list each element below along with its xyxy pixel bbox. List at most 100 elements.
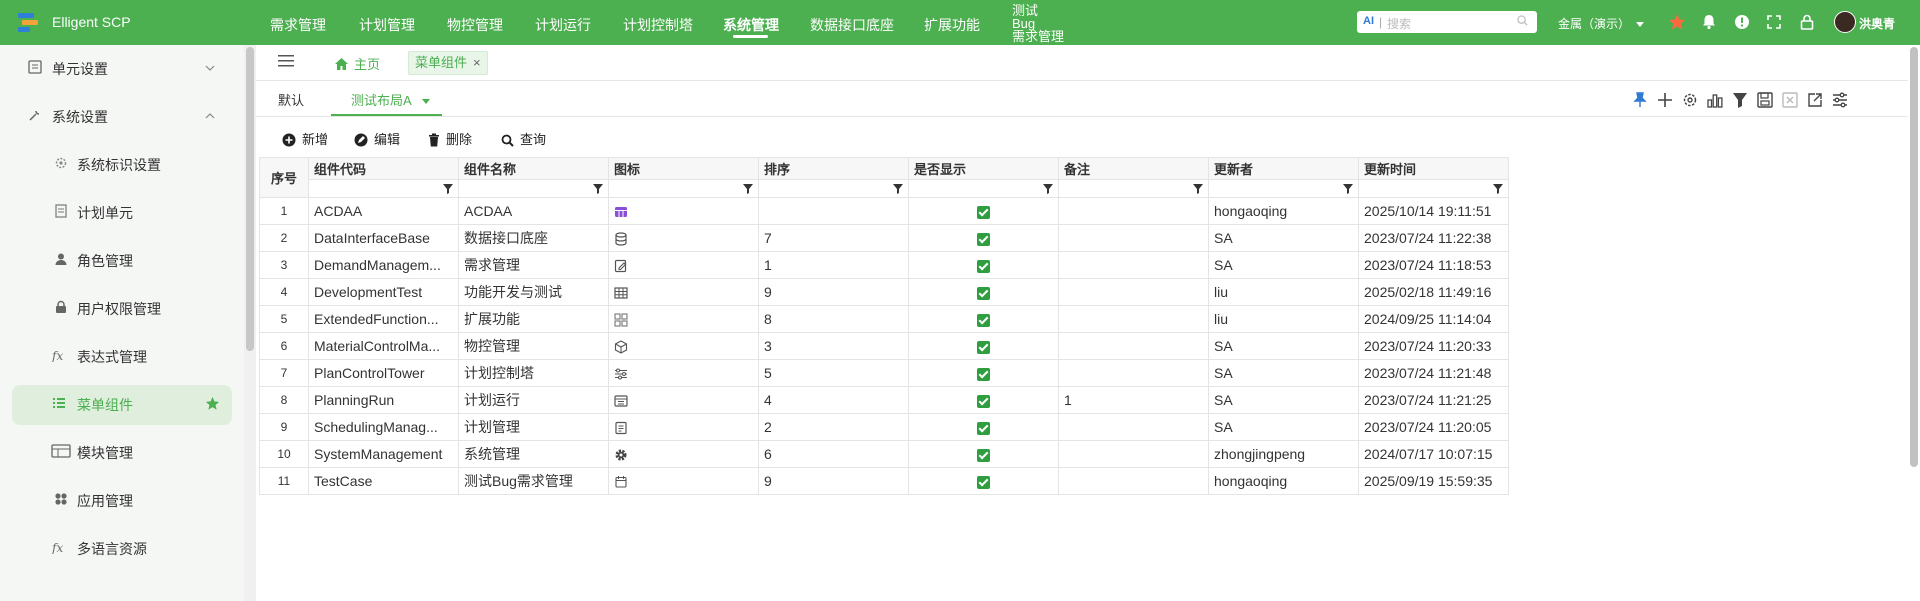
- sidebar-item-system-settings[interactable]: 系统设置: [0, 93, 246, 139]
- filter-icon[interactable]: [1493, 184, 1503, 194]
- column-filter[interactable]: [1058, 179, 1209, 198]
- add-icon[interactable]: [1656, 91, 1674, 109]
- column-header[interactable]: 序号: [259, 157, 309, 198]
- table-row[interactable]: 2 DataInterfaceBase 数据接口底座 7 SA 2023/07/24 11…: [259, 224, 1509, 252]
- lock-icon[interactable]: [1798, 13, 1816, 31]
- table-row[interactable]: 1 ACDAA ACDAA hongaoqing 2025/10/14 19:11:51: [259, 197, 1509, 225]
- favorite-star-icon[interactable]: [205, 396, 220, 411]
- column-filter[interactable]: [608, 179, 759, 198]
- column-filter[interactable]: [1208, 179, 1359, 198]
- table-row[interactable]: 6 MaterialControlMa... 物控管理 3 SA 2023/07/24 1…: [259, 332, 1509, 360]
- column-header[interactable]: 组件代码: [308, 157, 459, 180]
- sidebar-item-menu-component[interactable]: 菜单组件: [0, 381, 246, 427]
- column-header[interactable]: 更新时间: [1358, 157, 1509, 180]
- tab-menu-component[interactable]: 菜单组件 ×: [408, 51, 488, 75]
- sidebar-scrollbar[interactable]: [244, 45, 256, 601]
- sidebar-item-system-identity[interactable]: 系统标识设置: [0, 141, 246, 187]
- column-filter[interactable]: [908, 179, 1059, 198]
- nav-plan-run[interactable]: 计划运行: [535, 15, 591, 35]
- search-box[interactable]: AI | 搜索: [1357, 11, 1537, 33]
- checkbox-checked-icon[interactable]: [977, 313, 990, 327]
- help-icon[interactable]: [1733, 13, 1751, 31]
- checkbox-checked-icon[interactable]: [977, 286, 990, 300]
- sidebar-item-module[interactable]: 模块管理: [0, 429, 246, 475]
- sidebar-item-role[interactable]: 角色管理: [0, 237, 246, 283]
- sidebar-item-plan-unit[interactable]: 计划单元: [0, 189, 246, 235]
- table-row[interactable]: 8 PlanningRun 计划运行 4 1 SA 2023/07/24 11:21:25: [259, 386, 1509, 414]
- filter-icon[interactable]: [1193, 184, 1203, 194]
- menu-toggle-icon[interactable]: [278, 54, 294, 68]
- sidebar-item-unit-settings[interactable]: 单元设置: [0, 45, 246, 91]
- tenant-select[interactable]: 金属（演示）: [1558, 15, 1645, 32]
- filter-icon[interactable]: [1043, 184, 1053, 194]
- column-header[interactable]: 更新者: [1208, 157, 1359, 180]
- delete-button[interactable]: 删除: [428, 129, 472, 148]
- nav-test-bug[interactable]: 测试 Bug 需求管理: [1012, 4, 1064, 43]
- column-header[interactable]: 是否显示: [908, 157, 1059, 180]
- filter-icon[interactable]: [1731, 91, 1749, 109]
- chart-icon[interactable]: [1706, 91, 1724, 109]
- filter-icon[interactable]: [893, 184, 903, 194]
- table-row[interactable]: 11 TestCase 测试Bug需求管理 9 hongaoqing 2025/09/19…: [259, 467, 1509, 495]
- checkbox-checked-icon[interactable]: [977, 394, 990, 408]
- checkbox-checked-icon[interactable]: [977, 259, 990, 273]
- chevron-down-icon[interactable]: [421, 99, 430, 105]
- table-row[interactable]: 9 SchedulingManag... 计划管理 2 SA 2023/07/24 11:…: [259, 413, 1509, 441]
- avatar[interactable]: [1834, 11, 1856, 33]
- checkbox-checked-icon[interactable]: [977, 448, 990, 462]
- pin-icon[interactable]: [1631, 91, 1649, 109]
- search-icon[interactable]: [1517, 15, 1528, 26]
- query-button[interactable]: 查询: [501, 129, 546, 148]
- nav-extended[interactable]: 扩展功能: [924, 15, 980, 35]
- table-row[interactable]: 4 DevelopmentTest 功能开发与测试 9 liu 2025/02/18 11…: [259, 278, 1509, 306]
- add-button[interactable]: 新增: [282, 129, 328, 148]
- checkbox-checked-icon[interactable]: [977, 205, 990, 219]
- checkbox-checked-icon[interactable]: [977, 367, 990, 381]
- nav-system[interactable]: 系统管理: [723, 15, 779, 35]
- filter-icon[interactable]: [443, 184, 453, 194]
- column-header[interactable]: 组件名称: [458, 157, 609, 180]
- checkbox-checked-icon[interactable]: [977, 232, 990, 246]
- filter-icon[interactable]: [593, 184, 603, 194]
- tab-home[interactable]: 主页: [334, 54, 380, 73]
- checkbox-checked-icon[interactable]: [977, 475, 990, 489]
- filter-icon[interactable]: [743, 184, 753, 194]
- table-row[interactable]: 10 SystemManagement 系统管理 6 zhongjingpeng 2024…: [259, 440, 1509, 468]
- page-scrollbar[interactable]: [1908, 45, 1920, 601]
- edit-button[interactable]: 编辑: [354, 129, 400, 148]
- column-filter[interactable]: [758, 179, 909, 198]
- excel-icon[interactable]: [1781, 91, 1799, 109]
- column-settings-icon[interactable]: [1831, 91, 1849, 109]
- checkbox-checked-icon[interactable]: [977, 340, 990, 354]
- nav-control-tower[interactable]: 计划控制塔: [623, 15, 693, 35]
- sidebar-item-expression[interactable]: fx 表达式管理: [0, 333, 246, 379]
- nav-data-interface[interactable]: 数据接口底座: [810, 15, 894, 35]
- scroll-thumb[interactable]: [1910, 47, 1918, 467]
- layout-default[interactable]: 默认: [278, 90, 304, 109]
- star-icon[interactable]: [1668, 13, 1686, 31]
- sidebar-item-permissions[interactable]: 用户权限管理: [0, 285, 246, 331]
- column-filter[interactable]: [308, 179, 459, 198]
- sidebar-item-app[interactable]: 应用管理: [0, 477, 246, 523]
- column-filter[interactable]: [1358, 179, 1509, 198]
- sidebar-item-i18n[interactable]: fx 多语言资源: [0, 525, 246, 571]
- column-header[interactable]: 备注: [1058, 157, 1209, 180]
- checkbox-checked-icon[interactable]: [977, 421, 990, 435]
- table-row[interactable]: 3 DemandManagem... 需求管理 1 SA 2023/07/24 11:18…: [259, 251, 1509, 279]
- column-header[interactable]: 排序: [758, 157, 909, 180]
- filter-icon[interactable]: [1343, 184, 1353, 194]
- user-name[interactable]: 洪奥青: [1859, 15, 1895, 32]
- table-row[interactable]: 7 PlanControlTower 计划控制塔 5 SA 2023/07/24 11:2…: [259, 359, 1509, 387]
- column-header[interactable]: 图标: [608, 157, 759, 180]
- table-row[interactable]: 5 ExtendedFunction... 扩展功能 8 liu 2024/09/25 1…: [259, 305, 1509, 333]
- export-icon[interactable]: [1806, 91, 1824, 109]
- scroll-thumb[interactable]: [246, 47, 254, 351]
- save-icon[interactable]: [1756, 91, 1774, 109]
- bell-icon[interactable]: [1700, 13, 1718, 31]
- fullscreen-icon[interactable]: [1765, 13, 1783, 31]
- column-filter[interactable]: [458, 179, 609, 198]
- layout-test-a[interactable]: 测试布局A: [351, 90, 430, 109]
- nav-material[interactable]: 物控管理: [447, 15, 503, 35]
- nav-plan[interactable]: 计划管理: [359, 15, 415, 35]
- nav-demand[interactable]: 需求管理: [270, 15, 326, 35]
